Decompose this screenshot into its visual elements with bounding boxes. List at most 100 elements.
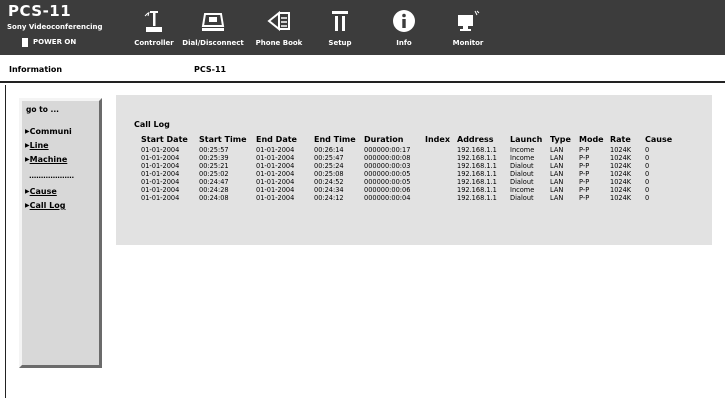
- column-header-address: Address: [457, 135, 494, 144]
- table-cell-launch: Dialout: [510, 194, 534, 202]
- table-cell-launch: Income: [510, 146, 535, 154]
- table-cell-address: 192.168.1.1: [457, 178, 497, 186]
- sidebar-item-label: Machine: [29, 155, 68, 164]
- table-cell-end-time: 00:25:24: [314, 162, 344, 170]
- sidebar-item-label: Line: [29, 141, 49, 150]
- monitor-icon: [458, 10, 480, 31]
- table-cell-rate: 1024K: [610, 170, 632, 178]
- table-cell-end-date: 01-01-2004: [256, 170, 295, 178]
- sidebar-item-cause[interactable]: ▶Cause: [25, 187, 57, 196]
- table-cell-start-time: 00:24:08: [199, 194, 229, 202]
- table-cell-address: 192.168.1.1: [457, 154, 497, 162]
- table-cell-mode: P-P: [579, 146, 590, 154]
- nav-controller-label: Controller: [134, 39, 174, 47]
- column-header-mode: Mode: [579, 135, 604, 144]
- brand-block: PCS-11 Sony Videoconferencing POWER ON: [0, 0, 118, 55]
- nav-dial-disconnect-label: Dial/Disconnect: [182, 39, 244, 47]
- table-cell-cause: 0: [645, 178, 650, 186]
- table-cell-end-time: 00:25:47: [314, 154, 344, 162]
- table-cell-rate: 1024K: [610, 162, 632, 170]
- table-cell-duration: 000000:00:06: [364, 186, 411, 194]
- table-cell-start-date: 01-01-2004: [141, 170, 180, 178]
- call-log-panel: Call Log Start Date Start Time End Date End…: [116, 95, 712, 245]
- table-cell-start-time: 00:25:39: [199, 154, 229, 162]
- device-model: PCS-11: [194, 65, 227, 74]
- table-cell-launch: Dialout: [510, 170, 534, 178]
- nav-info-label: Info: [396, 39, 412, 47]
- table-cell-launch: Income: [510, 186, 535, 194]
- table-cell-cause: 0: [645, 162, 650, 170]
- table-cell-address: 192.168.1.1: [457, 146, 497, 154]
- table-cell-start-time: 00:25:57: [199, 146, 229, 154]
- table-cell-start-date: 01-01-2004: [141, 146, 180, 154]
- table-cell-end-time: 00:25:08: [314, 170, 344, 178]
- setup-icon: [332, 11, 348, 31]
- table-cell-rate: 1024K: [610, 154, 632, 162]
- table-cell-end-date: 01-01-2004: [256, 154, 295, 162]
- brand-subtitle: Sony Videoconferencing: [7, 23, 103, 31]
- table-cell-type: LAN: [550, 146, 564, 154]
- table-cell-duration: 000000:00:08: [364, 154, 411, 162]
- table-cell-cause: 0: [645, 154, 650, 162]
- table-cell-cause: 0: [645, 186, 650, 194]
- nav-setup[interactable]: Setup: [314, 0, 366, 55]
- nav-phone-book[interactable]: Phone Book: [248, 0, 310, 55]
- table-cell-address: 192.168.1.1: [457, 194, 497, 202]
- table-cell-duration: 000000:00:03: [364, 162, 411, 170]
- table-cell-launch: Income: [510, 154, 535, 162]
- table-cell-start-time: 00:25:02: [199, 170, 229, 178]
- sidebar-item-call-log[interactable]: ▶Call Log: [25, 201, 65, 210]
- table-cell-type: LAN: [550, 194, 564, 202]
- sidebar-item-label: Call Log: [29, 201, 66, 210]
- table-cell-rate: 1024K: [610, 178, 632, 186]
- goto-heading: go to ...: [26, 105, 60, 114]
- column-header-start-time: Start Time: [199, 135, 247, 144]
- table-cell-type: LAN: [550, 162, 564, 170]
- table-cell-type: LAN: [550, 154, 564, 162]
- sidebar-item-line[interactable]: ▶Line: [25, 141, 49, 150]
- nav-info[interactable]: Info: [378, 0, 430, 55]
- table-cell-end-date: 01-01-2004: [256, 186, 295, 194]
- sidebar-item-label: Cause: [29, 187, 57, 196]
- column-header-duration: Duration: [364, 135, 404, 144]
- info-icon: [393, 10, 415, 32]
- table-cell-duration: 000000:00:05: [364, 178, 411, 186]
- nav-monitor[interactable]: Monitor: [438, 0, 498, 55]
- table-cell-cause: 0: [645, 146, 650, 154]
- table-cell-duration: 000000:00:05: [364, 170, 411, 178]
- table-cell-end-time: 00:24:52: [314, 178, 344, 186]
- table-cell-mode: P-P: [579, 194, 590, 202]
- goto-sidebar: go to ... ▶Communi ▶Line ▶Machine ......…: [19, 98, 102, 368]
- nav-monitor-label: Monitor: [452, 39, 484, 47]
- table-cell-start-time: 00:24:28: [199, 186, 229, 194]
- table-cell-end-date: 01-01-2004: [256, 146, 295, 154]
- nav-phone-book-label: Phone Book: [255, 39, 303, 47]
- table-cell-end-date: 01-01-2004: [256, 162, 295, 170]
- table-cell-type: LAN: [550, 186, 564, 194]
- sidebar-item-communi[interactable]: ▶Communi: [25, 127, 72, 136]
- column-header-type: Type: [550, 135, 571, 144]
- table-cell-duration: 000000:00:04: [364, 194, 411, 202]
- table-cell-rate: 1024K: [610, 186, 632, 194]
- column-header-launch: Launch: [510, 135, 543, 144]
- table-cell-address: 192.168.1.1: [457, 170, 497, 178]
- column-header-rate: Rate: [610, 135, 631, 144]
- sidebar-item-machine[interactable]: ▶Machine: [25, 155, 67, 164]
- table-cell-address: 192.168.1.1: [457, 186, 497, 194]
- power-indicator-icon: [22, 38, 28, 47]
- table-cell-mode: P-P: [579, 170, 590, 178]
- table-cell-start-date: 01-01-2004: [141, 162, 180, 170]
- table-cell-duration: 000000:00:17: [364, 146, 411, 154]
- table-cell-launch: Dialout: [510, 162, 534, 170]
- sidebar-item-label: Communi: [29, 127, 72, 136]
- nav-controller[interactable]: Controller: [124, 0, 184, 55]
- table-cell-start-time: 00:24:47: [199, 178, 229, 186]
- phone-book-icon: [267, 10, 290, 32]
- nav-dial-disconnect[interactable]: Dial/Disconnect: [180, 0, 246, 55]
- brand-title: PCS-11: [8, 2, 72, 20]
- table-cell-start-date: 01-01-2004: [141, 154, 180, 162]
- table-cell-launch: Dialout: [510, 178, 534, 186]
- column-header-start-date: Start Date: [141, 135, 188, 144]
- column-header-end-date: End Date: [256, 135, 297, 144]
- table-cell-start-date: 01-01-2004: [141, 186, 180, 194]
